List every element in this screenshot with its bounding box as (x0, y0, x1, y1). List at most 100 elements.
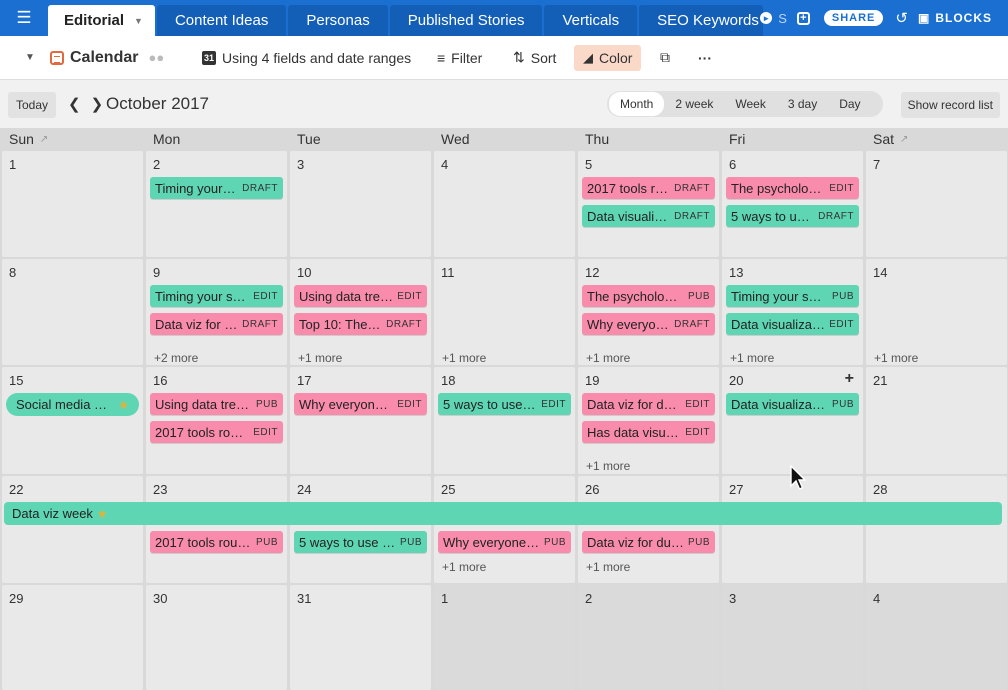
chevron-right-icon[interactable]: ❯ (91, 95, 104, 113)
day-cell[interactable]: 15 (2, 367, 143, 474)
day-cell[interactable]: 17 Why everyone loves data EDIT (290, 367, 431, 474)
tab-published-stories[interactable]: Published Stories (389, 5, 543, 36)
event-card[interactable]: Data visualization tipsEDIT (726, 313, 859, 335)
event-card[interactable]: 2017 tools roundup DRAFT (582, 177, 715, 199)
range-week[interactable]: Week (724, 92, 776, 116)
event-card[interactable]: 5 ways to use data DRAFT (726, 205, 859, 227)
event-card[interactable]: 5 ways to use data EDIT (438, 393, 571, 415)
day-cell[interactable]: 4 (434, 151, 575, 257)
blocks-button[interactable]: ▣ BLOCKS (918, 11, 992, 25)
color-button[interactable]: ◢ Color (574, 44, 642, 71)
event-card[interactable]: Data viz for dummiesPUB (582, 531, 715, 553)
event-card[interactable]: Timing your social media posts DRAFT (150, 177, 283, 199)
share-view-people-icon[interactable]: ●● (148, 50, 164, 65)
history-icon[interactable]: ↺ (895, 9, 908, 27)
day-cell[interactable]: 52017 tools roundupDRAFTData visualizati… (578, 151, 719, 257)
day-cell[interactable]: 23 2017 tools roundupPUB (146, 476, 287, 583)
event-card[interactable]: Timing your social postsEDIT (150, 285, 283, 307)
day-cell[interactable]: 18 5 ways to use data EDIT (434, 367, 575, 474)
more-events-link[interactable]: +1 more (874, 351, 918, 365)
tab-editorial[interactable]: Editorial ▼ (48, 5, 155, 36)
day-cell[interactable]: 20 + Data visualization tipsPUB (722, 367, 863, 474)
share-view-icon[interactable]: ⧉ (660, 49, 670, 66)
event-card[interactable]: Has data visualization EDIT (582, 421, 715, 443)
chevron-left-icon[interactable]: ❮ (68, 95, 81, 113)
day-cell[interactable]: 11 +1 more (434, 259, 575, 365)
add-record-plus-icon[interactable]: + (845, 370, 854, 388)
filter-button[interactable]: ≡ Filter (437, 50, 482, 66)
day-cell[interactable]: 30 (146, 585, 287, 690)
chevron-down-icon[interactable]: ▼ (134, 16, 143, 26)
tab-personas[interactable]: Personas (288, 5, 388, 36)
add-table-icon[interactable]: + (796, 11, 810, 25)
more-events-link[interactable]: +1 more (442, 560, 486, 574)
day-cell[interactable]: 10 Using data trendsEDIT Top 10: The best … (290, 259, 431, 365)
day-cell[interactable]: 25 Why everyone loves dataPUB +1 more (434, 476, 575, 583)
event-card[interactable]: The psychology of colorPUB (582, 285, 715, 307)
day-cell[interactable]: 22 (2, 476, 143, 583)
more-events-link[interactable]: +2 more (154, 351, 198, 365)
day-cell[interactable]: 14 +1 more (866, 259, 1007, 365)
view-switcher-chevron-icon[interactable]: ▼ (25, 52, 35, 63)
event-card[interactable]: Data visualization tipsPUB (726, 393, 859, 415)
event-card[interactable]: Data viz for dummiesEDIT (582, 393, 715, 415)
event-card[interactable]: 5 ways to use dataPUB (294, 531, 427, 553)
more-events-link[interactable]: +1 more (586, 560, 630, 574)
event-card[interactable]: Why everyone loves dataDRAFT (582, 313, 715, 335)
range-day[interactable]: Day (828, 92, 871, 116)
more-events-link[interactable]: +1 more (442, 351, 486, 365)
collapse-weekend-icon[interactable]: ↗ (900, 134, 908, 145)
day-cell[interactable]: 24 5 ways to use dataPUB (290, 476, 431, 583)
day-cell[interactable]: 31 (290, 585, 431, 690)
event-card[interactable]: 2017 tools roundup EDIT (150, 421, 283, 443)
range-2-week[interactable]: 2 week (664, 92, 724, 116)
spanning-event-bar[interactable]: Data viz week ★ (4, 502, 1002, 525)
more-events-link[interactable]: +1 more (586, 459, 630, 473)
hamburger-menu-icon[interactable]: ☰ (0, 0, 48, 36)
event-card[interactable]: Data visualization tips DRAFT (582, 205, 715, 227)
day-cell[interactable]: 1 (2, 151, 143, 257)
more-events-link[interactable]: +1 more (586, 351, 630, 365)
event-card[interactable]: The psychology of color EDIT (726, 177, 859, 199)
more-options-icon[interactable]: ··· (698, 50, 712, 66)
date-fields-button[interactable]: 31 Using 4 fields and date ranges (202, 50, 411, 66)
day-cell[interactable]: 13 Timing your social postsPUB Data visual… (722, 259, 863, 365)
day-cell[interactable]: 4 (866, 585, 1007, 690)
more-tabs-icon[interactable]: ► (760, 12, 773, 24)
range-3-day[interactable]: 3 day (777, 92, 828, 116)
day-cell[interactable]: 2 Timing your social media posts DRAFT (146, 151, 287, 257)
day-cell[interactable]: 28 (866, 476, 1007, 583)
event-card[interactable]: 2017 tools roundupPUB (150, 531, 283, 553)
event-card[interactable]: Why everyone loves dataPUB (438, 531, 571, 553)
event-card[interactable]: Data viz for beginnersDRAFT (150, 313, 283, 335)
day-cell[interactable]: 9 Timing your social postsEDIT Data viz fo… (146, 259, 287, 365)
tab-verticals[interactable]: Verticals (544, 5, 638, 36)
today-button[interactable]: Today (8, 92, 57, 118)
sort-button[interactable]: ⇅ Sort (513, 49, 556, 66)
event-card[interactable]: Why everyone loves data EDIT (294, 393, 427, 415)
day-cell[interactable]: 12 The psychology of colorPUB Why everyone… (578, 259, 719, 365)
show-record-list-button[interactable]: Show record list (900, 92, 1000, 118)
more-tab-label[interactable]: S (778, 11, 787, 26)
more-events-link[interactable]: +1 more (298, 351, 342, 365)
day-cell[interactable]: 16 Using data trendsPUB 2017 tools roundup… (146, 367, 287, 474)
tab-seo-keywords[interactable]: SEO Keywords (639, 5, 763, 36)
event-card[interactable]: Top 10: The best tools DRAFT (294, 313, 427, 335)
day-cell[interactable]: 21 (866, 367, 1007, 474)
event-card[interactable]: Using data trends PUB (150, 393, 283, 415)
day-cell[interactable]: 8 (2, 259, 143, 365)
day-cell[interactable]: 19Data viz for dummiesEDITHas data visua… (578, 367, 719, 474)
day-cell[interactable]: 1 (434, 585, 575, 690)
spanning-event-bar[interactable]: Social media post ★ (6, 393, 139, 416)
day-cell[interactable]: 7 (866, 151, 1007, 257)
tab-content-ideas[interactable]: Content Ideas (156, 5, 287, 36)
collapse-weekend-icon[interactable]: ↗ (40, 134, 48, 145)
day-cell[interactable]: 3 (290, 151, 431, 257)
day-cell[interactable]: 6 The psychology of color EDIT 5 ways to us… (722, 151, 863, 257)
event-card[interactable]: Timing your social postsPUB (726, 285, 859, 307)
day-cell[interactable]: 3 (722, 585, 863, 690)
more-events-link[interactable]: +1 more (730, 351, 774, 365)
view-name-button[interactable]: Calendar ●● (50, 49, 164, 67)
range-month[interactable]: Month (609, 92, 665, 116)
day-cell[interactable]: 29 (2, 585, 143, 690)
